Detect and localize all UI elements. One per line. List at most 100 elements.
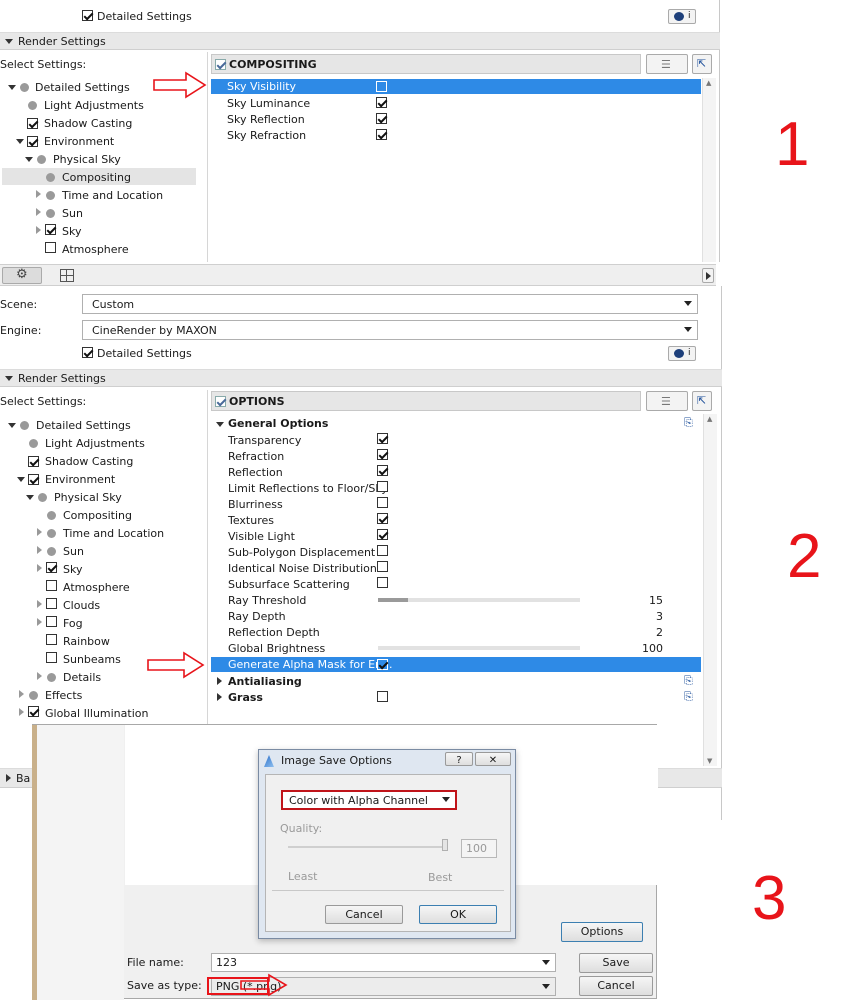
transparency-checkbox[interactable] — [377, 433, 388, 444]
general-options-heading[interactable]: General Options — [228, 417, 328, 430]
blurriness-checkbox[interactable] — [377, 497, 388, 508]
list-view-button-2[interactable]: ☰ — [646, 391, 688, 411]
clouds-checkbox[interactable] — [46, 598, 57, 609]
export-settings-button-1[interactable]: ⇱ — [692, 54, 712, 74]
render-settings-header-2[interactable]: Render Settings — [0, 369, 722, 387]
expand-icon[interactable] — [37, 528, 42, 536]
global-illumination-checkbox[interactable] — [28, 706, 39, 717]
textures-checkbox[interactable] — [377, 513, 388, 524]
ray-depth-value[interactable]: 3 — [633, 610, 663, 623]
tree-item-effects[interactable]: Effects — [45, 689, 82, 702]
tree-item-details[interactable]: Details — [63, 671, 101, 684]
quality-slider-thumb[interactable] — [442, 839, 448, 851]
tree-item-physical-sky[interactable]: Physical Sky — [53, 153, 121, 166]
tree-item-atmosphere[interactable]: Atmosphere — [62, 243, 129, 256]
expand-icon[interactable] — [26, 495, 34, 500]
quality-value-box[interactable]: 100 — [461, 839, 497, 858]
tree-item-compositing[interactable]: Compositing — [63, 509, 132, 522]
tree-item-shadow-casting[interactable]: Shadow Casting — [44, 117, 132, 130]
tree-item-sunbeams[interactable]: Sunbeams — [63, 653, 121, 666]
sky-checkbox[interactable] — [46, 562, 57, 573]
tree-item-global-illumination[interactable]: Global Illumination — [45, 707, 148, 720]
identical-noise-checkbox[interactable] — [377, 561, 388, 572]
tree-item-detailed-settings[interactable]: Detailed Settings — [35, 81, 130, 94]
expand-icon[interactable] — [37, 564, 42, 572]
tree-item-environment[interactable]: Environment — [44, 135, 114, 148]
reflection-checkbox[interactable] — [377, 465, 388, 476]
visible-light-checkbox[interactable] — [377, 529, 388, 540]
rainbow-checkbox[interactable] — [46, 634, 57, 645]
sky-reflection-checkbox[interactable] — [376, 113, 387, 124]
tree-item-physical-sky[interactable]: Physical Sky — [54, 491, 122, 504]
sky-refraction-checkbox[interactable] — [376, 129, 387, 140]
expand-icon[interactable] — [37, 546, 42, 554]
limit-reflections-checkbox[interactable] — [377, 481, 388, 492]
grass-checkbox[interactable] — [377, 691, 388, 702]
expand-icon[interactable] — [17, 477, 25, 482]
scene-select[interactable]: Custom — [82, 294, 698, 314]
reflection-depth-value[interactable]: 2 — [633, 626, 663, 639]
subsurface-scattering-checkbox[interactable] — [377, 577, 388, 588]
tree-item-time-and-location[interactable]: Time and Location — [63, 527, 164, 540]
color-mode-select[interactable]: Color with Alpha Channel — [281, 790, 457, 810]
cancel-button[interactable]: Cancel — [579, 976, 653, 996]
global-brightness-slider[interactable] — [378, 646, 580, 650]
sky-visibility-checkbox[interactable] — [376, 81, 387, 92]
environment-checkbox[interactable] — [27, 136, 38, 147]
tree-item-rainbow[interactable]: Rainbow — [63, 635, 110, 648]
atmosphere-checkbox[interactable] — [45, 242, 56, 253]
shadow-casting-checkbox[interactable] — [28, 456, 39, 467]
tree-item-fog[interactable]: Fog — [63, 617, 83, 630]
vertical-scrollbar-2[interactable]: ▲ ▼ — [703, 414, 717, 766]
export-settings-button-2[interactable]: ⇱ — [692, 391, 712, 411]
grid-tab-button[interactable] — [60, 269, 74, 282]
help-button[interactable]: ? — [445, 752, 473, 766]
expand-icon[interactable] — [8, 423, 16, 428]
expand-icon[interactable] — [36, 190, 41, 198]
tree-item-light-adjustments[interactable]: Light Adjustments — [45, 437, 145, 450]
settings-tab-button[interactable]: ⚙ — [2, 267, 42, 284]
save-button[interactable]: Save — [579, 953, 653, 973]
environment-checkbox[interactable] — [28, 474, 39, 485]
file-name-input[interactable]: 123 — [211, 953, 556, 972]
tree-item-time-and-location[interactable]: Time and Location — [62, 189, 163, 202]
list-view-button-1[interactable]: ☰ — [646, 54, 688, 74]
tree-item-sky[interactable]: Sky — [62, 225, 81, 238]
grass-heading[interactable]: Grass — [228, 691, 263, 704]
sub-polygon-displacement-checkbox[interactable] — [377, 545, 388, 556]
expand-icon[interactable] — [37, 672, 42, 680]
ray-threshold-value[interactable]: 15 — [633, 594, 663, 607]
tree-item-environment[interactable]: Environment — [45, 473, 115, 486]
cinerender-info-button-1[interactable]: i — [668, 9, 696, 24]
settings-doc-icon[interactable]: ⎘ — [684, 690, 693, 704]
detailed-settings-checkbox-1[interactable] — [82, 10, 93, 21]
options-checkbox[interactable] — [215, 396, 226, 407]
expand-icon[interactable] — [36, 208, 41, 216]
dialog-close-button[interactable]: ✕ — [475, 752, 511, 766]
generate-alpha-mask-checkbox[interactable] — [377, 659, 388, 670]
shadow-casting-checkbox[interactable] — [27, 118, 38, 129]
atmosphere-checkbox[interactable] — [46, 580, 57, 591]
expand-icon[interactable] — [37, 618, 42, 626]
fog-checkbox[interactable] — [46, 616, 57, 627]
global-brightness-value[interactable]: 100 — [633, 642, 663, 655]
engine-select[interactable]: CineRender by MAXON — [82, 320, 698, 340]
expand-icon[interactable] — [8, 85, 16, 90]
settings-doc-icon[interactable]: ⎘ — [684, 674, 693, 688]
render-settings-header-1[interactable]: Render Settings — [0, 32, 720, 50]
ray-threshold-slider[interactable] — [378, 598, 580, 602]
expand-icon[interactable] — [19, 708, 24, 716]
options-button[interactable]: Options — [561, 922, 643, 942]
sky-luminance-checkbox[interactable] — [376, 97, 387, 108]
expand-icon[interactable] — [37, 600, 42, 608]
tree-item-sun[interactable]: Sun — [62, 207, 83, 220]
tree-item-sun[interactable]: Sun — [63, 545, 84, 558]
antialiasing-expand-icon[interactable] — [217, 677, 222, 685]
cinerender-info-button-2[interactable]: i — [668, 346, 696, 361]
tree-item-light-adjustments[interactable]: Light Adjustments — [44, 99, 144, 112]
detailed-settings-checkbox-2[interactable] — [82, 347, 93, 358]
general-options-collapse-icon[interactable] — [216, 422, 224, 427]
vertical-scrollbar-1[interactable]: ▲ — [702, 78, 716, 262]
grass-expand-icon[interactable] — [217, 693, 222, 701]
quality-slider[interactable] — [288, 846, 446, 848]
